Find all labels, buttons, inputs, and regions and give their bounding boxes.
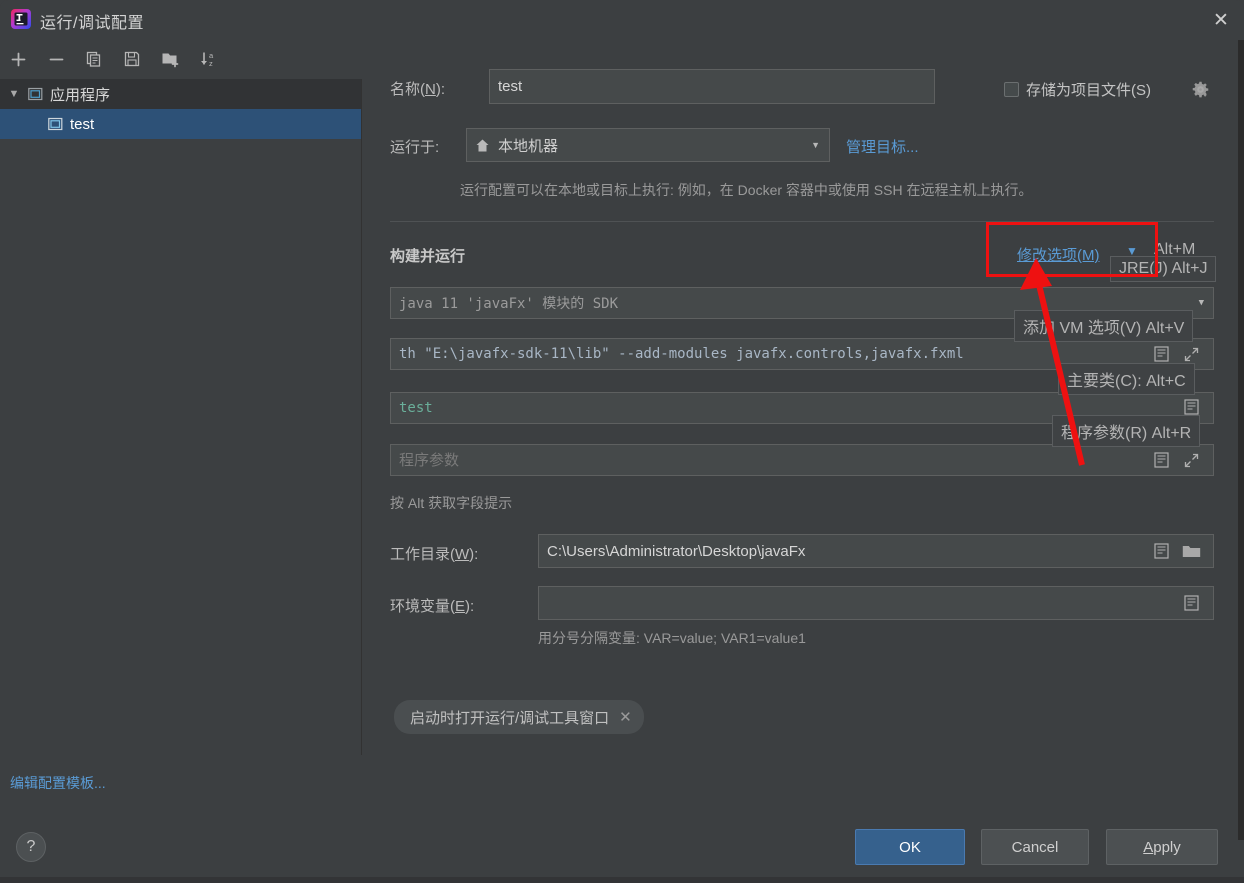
save-configuration-button[interactable]	[117, 44, 147, 74]
edit-configuration-templates-link[interactable]: 编辑配置模板...	[10, 773, 106, 793]
sort-az-button[interactable]: a z	[193, 44, 223, 74]
section-divider	[390, 221, 1214, 222]
alt-fields-hint: 按 Alt 获取字段提示	[390, 495, 513, 511]
option-chip-open-run-tool-window[interactable]: 启动时打开运行/调试工具窗口 ✕	[394, 700, 644, 734]
build-and-run-section-title: 构建并运行	[390, 248, 466, 265]
chevron-down-icon[interactable]: ▼	[1199, 298, 1204, 308]
window-edge-strip	[1238, 40, 1244, 840]
environment-variables-input[interactable]	[538, 586, 1214, 620]
close-icon[interactable]: ✕	[1198, 0, 1244, 40]
close-icon[interactable]: ✕	[619, 708, 632, 726]
ok-button[interactable]: OK	[855, 829, 965, 865]
run-on-target-value: 本地机器	[498, 137, 559, 155]
working-directory-label: 工作目录(W):	[390, 546, 479, 563]
name-input[interactable]	[489, 69, 935, 104]
window-title: 运行/调试配置	[40, 15, 144, 32]
vm-options-macro-icon[interactable]	[1152, 345, 1170, 363]
tree-item-label: test	[70, 115, 95, 133]
environment-variables-hint: 用分号分隔变量: VAR=value; VAR1=value1	[538, 630, 806, 646]
store-as-project-file-checkbox[interactable]: 存储为项目文件(S)	[1004, 79, 1151, 100]
working-dir-browse-folder-icon[interactable]	[1180, 542, 1202, 560]
tree-group-label: 应用程序	[50, 86, 111, 104]
apply-label-rest: pply	[1153, 838, 1181, 856]
mnemonic-hint-vm-options: 添加 VM 选项(V) Alt+V	[1014, 310, 1194, 342]
chevron-down-icon[interactable]: ▼	[4, 88, 24, 100]
gear-icon[interactable]	[1190, 79, 1210, 99]
intellij-idea-icon	[10, 8, 32, 30]
modify-options-link[interactable]: 修改选项(M)	[1017, 244, 1100, 265]
application-icon	[44, 117, 66, 131]
svg-text:z: z	[209, 59, 213, 68]
run-on-label: 运行于:	[390, 139, 440, 156]
application-icon	[24, 87, 46, 101]
run-debug-configurations-dialog: 运行/调试配置 ✕ a z ▼ 应用程序 test 编辑配置模板... 名称(N…	[0, 0, 1244, 883]
store-as-project-file-label: 存储为项目文件(S)	[1026, 82, 1151, 99]
name-label: 名称(N):	[390, 81, 446, 98]
mnemonic-hint-jre: JRE(J) Alt+J	[1110, 256, 1217, 282]
chip-label: 启动时打开运行/调试工具窗口	[410, 709, 610, 727]
chevron-down-icon[interactable]: ▼	[811, 140, 820, 150]
copy-configuration-button[interactable]	[79, 44, 109, 74]
tree-group-applications[interactable]: ▼ 应用程序	[0, 79, 361, 109]
configurations-toolbar: a z	[0, 40, 362, 78]
manage-targets-link[interactable]: 管理目标...	[846, 136, 919, 157]
new-folder-button[interactable]	[155, 44, 185, 74]
apply-button[interactable]: Apply	[1106, 829, 1218, 865]
working-directory-input[interactable]	[538, 534, 1214, 568]
taskbar-sliver	[0, 877, 1244, 883]
run-on-target-combo[interactable]: 本地机器 ▼	[466, 128, 830, 162]
main-class-browse-icon[interactable]	[1182, 398, 1200, 416]
remove-configuration-button[interactable]	[41, 44, 71, 74]
program-args-macro-icon[interactable]	[1152, 451, 1170, 469]
configurations-tree: ▼ 应用程序 test	[0, 79, 362, 755]
tree-item-test[interactable]: test	[0, 109, 361, 139]
home-icon	[475, 138, 490, 153]
mnemonic-hint-main-class: 主要类(C): Alt+C	[1058, 363, 1195, 395]
environment-variables-label: 环境变量(E):	[390, 598, 475, 615]
working-dir-macro-icon[interactable]	[1152, 542, 1170, 560]
program-args-expand-icon[interactable]	[1182, 451, 1200, 469]
program-arguments-input[interactable]	[390, 444, 1214, 476]
run-on-hint: 运行配置可以在本地或目标上执行: 例如，在 Docker 容器中或使用 SSH …	[460, 182, 1033, 198]
jre-value: java 11 'javaFx' 模块的 SDK	[399, 296, 619, 312]
checkbox-box[interactable]	[1004, 82, 1019, 97]
title-bar: 运行/调试配置 ✕	[0, 0, 1244, 40]
add-configuration-button[interactable]	[3, 44, 33, 74]
help-button[interactable]: ?	[16, 832, 46, 862]
env-vars-edit-icon[interactable]	[1182, 594, 1200, 612]
vm-options-expand-icon[interactable]	[1182, 345, 1200, 363]
cancel-button[interactable]: Cancel	[981, 829, 1089, 865]
mnemonic-hint-program-args: 程序参数(R) Alt+R	[1052, 415, 1201, 447]
